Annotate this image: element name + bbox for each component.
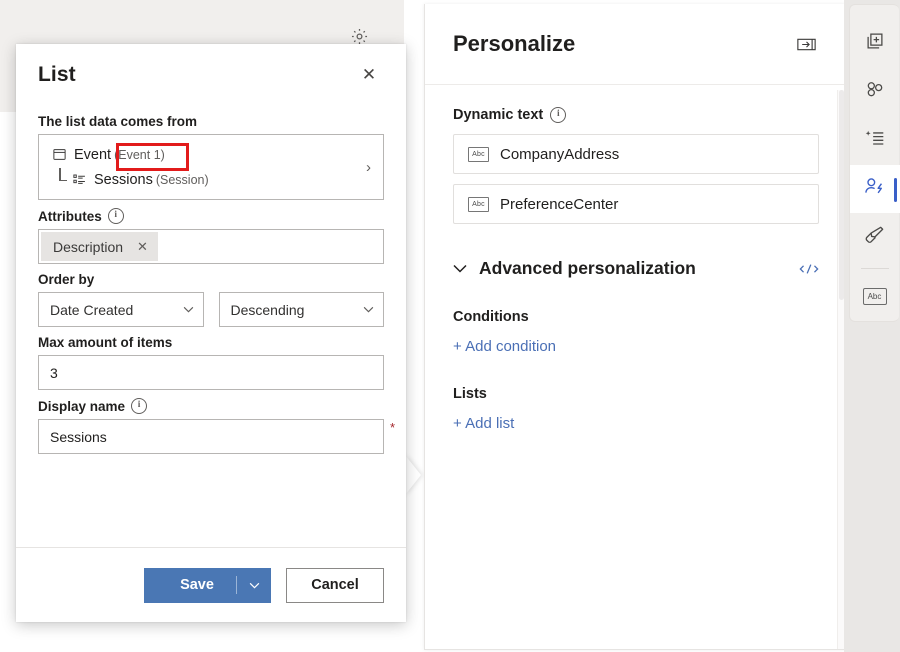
attributes-field[interactable]: Description ✕ <box>38 229 384 264</box>
add-condition-link[interactable]: + Add condition <box>453 338 556 355</box>
lists-label: Lists <box>453 386 819 402</box>
source-tree: Event (Event 1) Sessions (Session) <box>52 142 358 192</box>
dialog-body: The list data comes from Event (Event 1) <box>16 106 406 547</box>
order-by-label-text: Order by <box>38 272 94 287</box>
source-child-paren: (Session) <box>156 173 209 187</box>
selection-indicator <box>894 178 897 202</box>
dynamic-text-item[interactable]: Abc PreferenceCenter <box>453 184 819 224</box>
close-icon[interactable]: ✕ <box>354 60 384 90</box>
save-button-label: Save <box>144 577 236 593</box>
chevron-down-icon <box>453 260 467 277</box>
calendar-icon <box>52 147 74 162</box>
attributes-label: Attributes i <box>38 208 384 224</box>
abc-text-icon: Abc <box>468 147 489 162</box>
dynamic-text-label-text: Dynamic text <box>453 107 543 123</box>
required-marker: * <box>390 421 395 434</box>
ai-content-icon <box>863 127 887 154</box>
sidebar-item-styles[interactable] <box>852 213 898 262</box>
source-label-text: The list data comes from <box>38 114 197 129</box>
dialog-callout-beak <box>405 455 421 495</box>
sidebar-item-smart-content[interactable] <box>852 116 898 165</box>
personalize-panel: Personalize Dynamic text i Abc CompanyAd… <box>424 4 846 650</box>
personalize-header: Personalize <box>425 4 845 85</box>
max-items-value: 3 <box>50 365 58 381</box>
dynamic-text-item[interactable]: Abc CompanyAddress <box>453 134 819 174</box>
chevron-down-icon <box>183 304 194 316</box>
info-icon[interactable]: i <box>550 107 566 123</box>
source-primary-name: Event <box>74 147 111 163</box>
dynamic-text-label: Dynamic text i <box>453 107 819 123</box>
dialog-header: List ✕ <box>16 44 406 106</box>
info-icon[interactable]: i <box>131 398 147 414</box>
max-items-label: Max amount of items <box>38 335 384 350</box>
abc-text-icon: Abc <box>468 197 489 212</box>
save-button[interactable]: Save <box>144 568 271 603</box>
sidebar-item-components[interactable] <box>852 68 898 117</box>
personalize-icon <box>863 175 887 202</box>
source-row-primary: Event (Event 1) <box>52 142 358 167</box>
display-name-value: Sessions <box>50 429 107 445</box>
display-name-label: Display name i <box>38 398 384 414</box>
order-by-direction-value: Descending <box>231 302 305 318</box>
sidebar-item-text[interactable]: Abc <box>852 272 898 321</box>
personalize-title: Personalize <box>453 31 575 57</box>
attribute-chip-label: Description <box>53 239 123 255</box>
attributes-label-text: Attributes <box>38 209 102 224</box>
attribute-chip[interactable]: Description ✕ <box>41 232 158 261</box>
source-label: The list data comes from <box>38 114 384 129</box>
brush-styles-icon <box>863 223 886 251</box>
list-dialog: List ✕ The list data comes from Event (E… <box>16 44 406 622</box>
rail-divider <box>861 268 889 269</box>
right-toolbar-rail: Abc <box>849 4 899 322</box>
display-name-wrap: Sessions * <box>38 419 384 454</box>
chevron-down-icon[interactable] <box>237 578 271 592</box>
order-by-direction-select[interactable]: Descending <box>219 292 385 327</box>
max-items-label-text: Max amount of items <box>38 335 172 350</box>
source-child-name: Sessions <box>94 172 153 188</box>
conditions-label: Conditions <box>453 309 819 325</box>
source-row-child: Sessions (Session) <box>52 167 358 192</box>
components-icon <box>864 78 886 105</box>
advanced-personalization-title: Advanced personalization <box>479 258 696 279</box>
chevron-right-icon[interactable]: › <box>366 159 371 176</box>
abc-text-icon: Abc <box>863 288 887 305</box>
tree-elbow-icon <box>54 171 70 189</box>
dialog-footer: Save Cancel <box>16 547 406 622</box>
order-by-row: Date Created Descending <box>38 292 384 327</box>
add-list-link[interactable]: + Add list <box>453 415 514 432</box>
chevron-down-icon <box>363 304 374 316</box>
advanced-personalization-toggle[interactable]: Advanced personalization <box>453 258 696 279</box>
editor-gutter <box>404 0 419 652</box>
advanced-personalization-header: Advanced personalization <box>453 258 819 279</box>
dynamic-text-item-label: PreferenceCenter <box>500 196 618 213</box>
dynamic-text-item-label: CompanyAddress <box>500 146 619 163</box>
collapse-panel-icon[interactable] <box>793 31 819 57</box>
page-title: List <box>38 63 76 87</box>
max-items-input[interactable]: 3 <box>38 355 384 390</box>
sidebar-item-personalize[interactable] <box>850 165 900 214</box>
order-by-label: Order by <box>38 272 384 287</box>
code-brackets-icon[interactable] <box>799 262 819 276</box>
save-button-divider <box>236 576 237 594</box>
order-by-field-value: Date Created <box>50 302 133 318</box>
list-icon <box>72 172 94 187</box>
order-by-field-select[interactable]: Date Created <box>38 292 204 327</box>
close-icon[interactable]: ✕ <box>137 239 148 255</box>
list-data-source-selector[interactable]: Event (Event 1) Sessions (Session) <box>38 134 384 200</box>
display-name-input[interactable]: Sessions <box>38 419 384 454</box>
add-block-icon <box>864 30 886 57</box>
cancel-button[interactable]: Cancel <box>286 568 384 603</box>
info-icon[interactable]: i <box>108 208 124 224</box>
source-primary-paren: (Event 1) <box>114 148 165 162</box>
sidebar-item-add-block[interactable] <box>852 19 898 68</box>
personalize-body: Dynamic text i Abc CompanyAddress Abc Pr… <box>425 85 845 433</box>
display-name-label-text: Display name <box>38 399 125 414</box>
